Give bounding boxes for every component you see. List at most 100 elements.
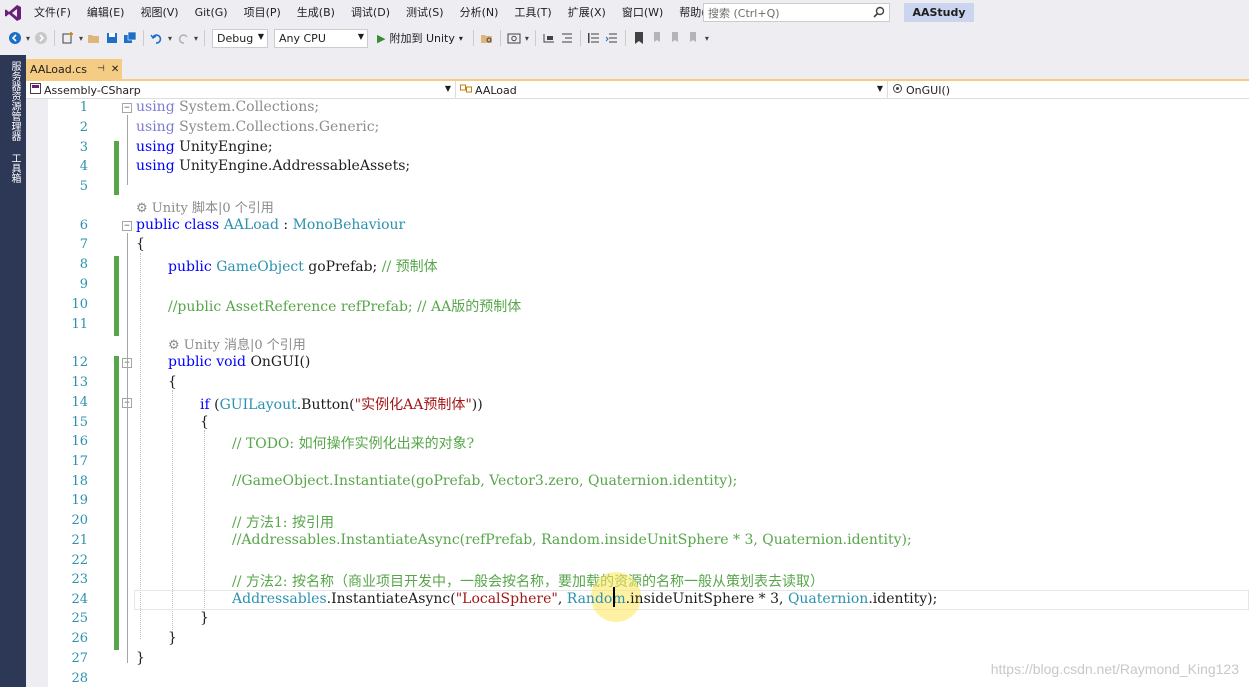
dropdown-arrow-icon[interactable]: ▾ [24,29,32,47]
toolbar-separator [534,30,536,46]
dropdown-arrow-icon[interactable]: ▾ [523,29,531,47]
attach-unity-button[interactable]: ▶ 附加到 Unity ▾ [373,30,467,46]
member-dropdown[interactable]: OnGUI() [888,81,1249,99]
bookmark-icon[interactable] [630,29,648,47]
project-dropdown[interactable]: Assembly-CSharp ▼ [26,81,456,99]
collapse-icon[interactable]: − [122,221,132,231]
dropdown-arrow-icon[interactable]: ▾ [192,29,200,47]
line-number: 18 [71,474,88,489]
toolbar-separator [472,30,474,46]
pin-icon[interactable]: ⊣ [97,64,105,74]
menu-edit[interactable]: 编辑(E) [79,0,133,26]
platform-dropdown[interactable]: Any CPU ▼ [274,28,368,48]
dropdown-arrow-icon[interactable]: ▾ [77,29,85,47]
change-indicator [114,141,119,195]
collapse-icon[interactable]: − [122,103,132,113]
prev-bookmark-icon[interactable] [648,29,666,47]
menu-build[interactable]: 生成(B) [289,0,343,26]
menu-git[interactable]: Git(G) [187,0,236,26]
folder-search-icon[interactable] [478,29,496,47]
open-file-icon[interactable] [85,29,103,47]
member: .identity); [868,591,938,607]
unity-icon: ⚙ [168,338,184,353]
codelens-references[interactable]: ⚙ Unity 消息|0 个引用 [168,334,306,353]
menu-tools[interactable]: 工具(T) [506,0,559,26]
code-line-13: { [168,374,177,390]
dropdown-arrow-icon[interactable]: ▾ [166,29,174,47]
save-all-icon[interactable] [121,29,139,47]
punct: : [278,217,293,233]
back-icon[interactable] [6,29,24,47]
menu-analyze[interactable]: 分析(N) [452,0,507,26]
brace: { [136,236,145,252]
unity-icon: ⚙ [136,201,152,216]
class-icon [460,83,472,97]
server-explorer-tab[interactable]: 服务器资源管理器 [6,61,20,141]
menu-project[interactable]: 项目(P) [236,0,289,26]
type-name: GUILayout [219,397,297,413]
line-number: 24 [71,592,88,607]
menu-view[interactable]: 视图(V) [132,0,186,26]
code-line-25: } [200,610,209,626]
uncomment-icon[interactable] [603,29,621,47]
comment: // TODO: 如何操作实例化出来的对象? [232,436,475,452]
member: .insideUnitSphere * 3, [625,591,788,607]
code-line-27: } [136,650,145,666]
project-value: Assembly-CSharp [44,83,141,97]
code-line-2: using System.Collections.Generic; [136,119,379,135]
menu-debug[interactable]: 调试(D) [343,0,398,26]
chevron-down-icon: ▼ [444,84,451,93]
menu-test[interactable]: 测试(S) [398,0,452,26]
comment: //GameObject.Instantiate(goPrefab, Vecto… [232,473,738,489]
comment-icon[interactable] [585,29,603,47]
line-number: 3 [79,140,88,155]
keyword: public [136,217,180,233]
clear-bookmarks-icon[interactable] [684,29,702,47]
close-icon[interactable]: ✕ [111,64,119,75]
step-icon[interactable] [540,29,558,47]
codelens-text: Unity 消息|0 个引用 [183,338,306,353]
code-line-21: //Addressables.InstantiateAsync(refPrefa… [232,532,912,548]
class-dropdown[interactable]: AALoad ▼ [456,81,888,99]
redo-icon[interactable] [174,29,192,47]
member-value: OnGUI() [906,83,951,97]
search-input[interactable]: 搜索 (Ctrl+Q) [703,3,890,22]
code-line-6: public class AALoad : MonoBehaviour [136,217,405,233]
type-name: Addressables [232,591,327,607]
next-bookmark-icon[interactable] [666,29,684,47]
code-editor[interactable]: 1 2 3 4 5 6 7 8 9 10 11 12 13 14 15 16 1… [26,99,1249,687]
line-number: 5 [79,179,88,194]
forward-icon[interactable] [32,29,50,47]
align-icon[interactable] [558,29,576,47]
menu-file[interactable]: 文件(F) [26,0,79,26]
solution-name-badge[interactable]: AAStudy [904,3,974,22]
code-line-14: if (GUILayout.Button("实例化AA预制体")) [200,394,483,414]
namespace: UnityEngine.AddressableAssets; [174,158,411,174]
keyword: using [136,119,175,135]
code-line-26: } [168,630,177,646]
menu-window[interactable]: 窗口(W) [614,0,671,26]
line-number: 27 [71,651,88,666]
punct: )) [471,397,483,413]
codelens-references[interactable]: ⚙ Unity 脚本|0 个引用 [136,197,274,216]
indent-guide [140,253,141,639]
tab-aaload-cs[interactable]: AALoad.cs ⊣ ✕ [26,59,122,79]
keyword: public [168,354,212,370]
toolbox-tab[interactable]: 工具箱 [6,153,20,183]
namespace: System.Collections.Generic; [174,119,380,135]
save-icon[interactable] [103,29,121,47]
platform-value: Any CPU [279,31,326,45]
line-number: 23 [71,572,88,587]
class-value: AALoad [475,83,517,97]
code-line-15: { [200,414,209,430]
line-number: 7 [79,237,88,252]
punct: ( [209,397,220,413]
visual-studio-logo-icon[interactable] [0,0,26,26]
undo-icon[interactable] [148,29,166,47]
configuration-dropdown[interactable]: Debug ▼ [212,28,268,48]
toolbar-overflow-icon[interactable]: ▾ [702,29,712,47]
screenshot-icon[interactable] [505,29,523,47]
menu-extensions[interactable]: 扩展(X) [560,0,614,26]
new-project-icon[interactable] [59,29,77,47]
code-line-10: //public AssetReference refPrefab; // AA… [168,296,521,316]
